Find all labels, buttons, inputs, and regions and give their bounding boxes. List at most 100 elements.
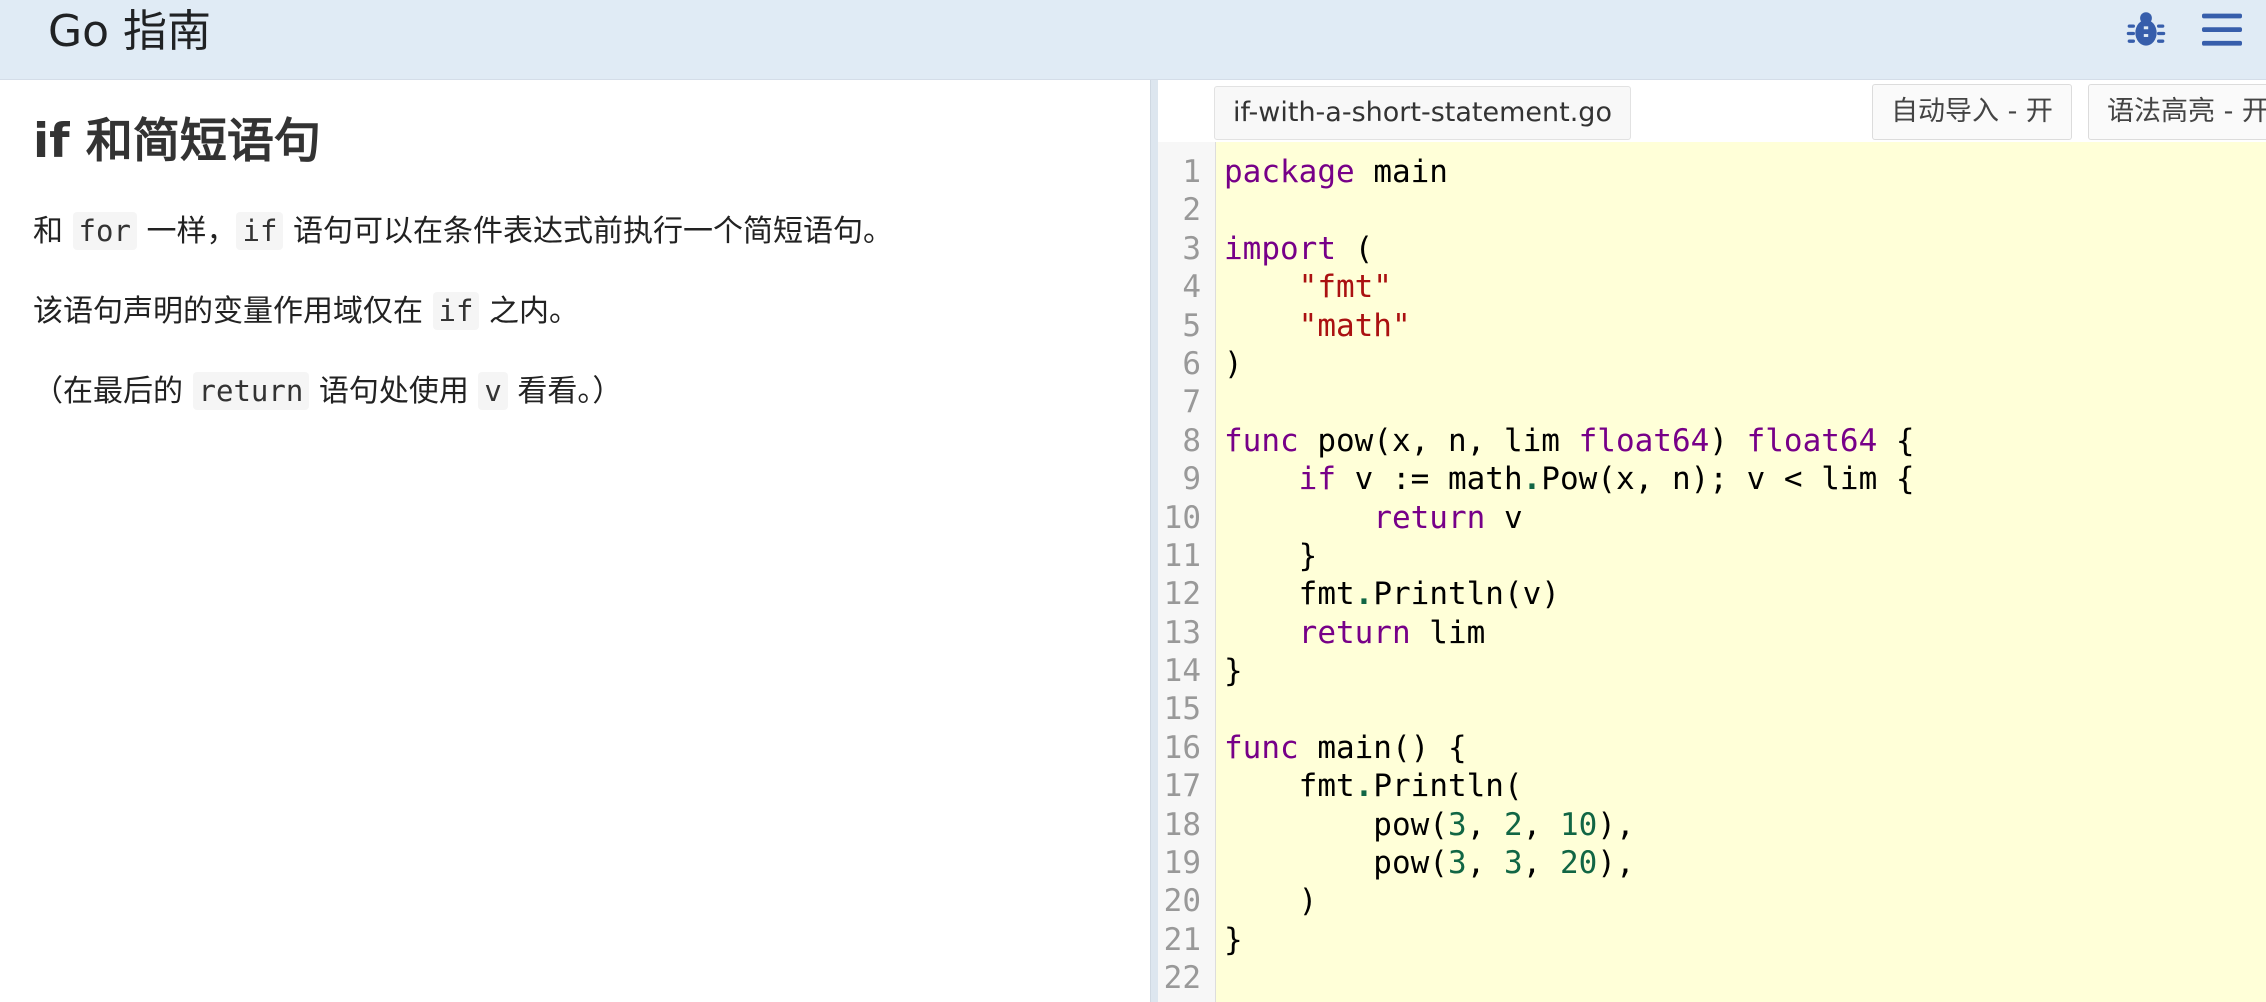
line-number: 9	[1182, 461, 1201, 498]
paragraph-text: 语句处使用	[309, 374, 479, 409]
line-number: 10	[1163, 499, 1201, 536]
code-token: float64	[1578, 422, 1710, 459]
code-line[interactable]: "fmt"	[1224, 268, 2264, 306]
code-token: )	[1709, 422, 1747, 459]
code-line[interactable]: pow(3, 2, 10),	[1224, 806, 2264, 844]
code-line[interactable]: func main() {	[1224, 729, 2264, 767]
code-token: {	[1877, 422, 1915, 459]
code-token: import	[1224, 230, 1336, 267]
lesson-pane: if 和简短语句 和 for 一样， if 语句可以在条件表达式前执行一个简短语句…	[0, 80, 1150, 1002]
paragraph-text: 看看。）	[507, 374, 623, 409]
code-line[interactable]: }	[1224, 537, 2264, 575]
paragraph-text: 语句可以在条件表达式前执行一个简短语句。	[283, 214, 893, 249]
code-token: }	[1224, 653, 1243, 690]
bug-icon[interactable]	[2124, 8, 2168, 52]
code-line[interactable]: package main	[1224, 153, 2264, 191]
code-line[interactable]: )	[1224, 345, 2264, 383]
lesson-title: if 和简短语句	[33, 114, 321, 169]
code-line[interactable]: fmt.Println(v)	[1224, 575, 2264, 613]
line-number: 8	[1182, 422, 1201, 459]
lesson-paragraph: 和 for 一样， if 语句可以在条件表达式前执行一个简短语句。	[33, 210, 893, 253]
code-line[interactable]	[1224, 690, 2264, 728]
code-token: )	[1224, 883, 1318, 920]
line-number-gutter: 1 2 3 4 5 6 7 8 9 10 11 12 13 14 15 16 17 18 19 20 21 22	[1158, 142, 1216, 1002]
code-token: pow(	[1224, 806, 1448, 843]
code-line[interactable]	[1224, 959, 2264, 997]
code-line[interactable]	[1224, 383, 2264, 421]
code-line[interactable]: }	[1224, 652, 2264, 690]
code-line[interactable]: "math"	[1224, 307, 2264, 345]
code-token: lim	[1410, 614, 1486, 651]
paragraph-text: 之内。	[479, 294, 580, 329]
code-token: fmt	[1224, 576, 1355, 613]
line-number: 21	[1163, 921, 1201, 958]
code-line[interactable]: if v := math.Pow(x, n); v < lim {	[1224, 460, 2264, 498]
code-token: pow(x, n, lim	[1298, 422, 1579, 459]
line-number: 16	[1163, 729, 1201, 766]
line-number: 1	[1182, 154, 1201, 190]
line-number: 22	[1163, 960, 1201, 997]
app-title[interactable]: Go 指南	[48, 6, 211, 58]
syntax-highlight-toggle[interactable]: 语法高亮 - 开	[2088, 84, 2266, 140]
code-token: }	[1224, 921, 1243, 958]
code-token: ),	[1597, 845, 1635, 882]
line-number: 13	[1163, 614, 1201, 651]
code-token: package	[1224, 154, 1355, 190]
inline-code: if	[432, 292, 480, 330]
line-number: 4	[1182, 269, 1201, 306]
auto-import-toggle[interactable]: 自动导入 - 开	[1872, 84, 2072, 140]
code-token: main	[1354, 154, 1448, 190]
menu-icon[interactable]	[2200, 10, 2244, 50]
code-token: .	[1354, 576, 1374, 613]
line-number: 11	[1163, 537, 1201, 574]
code-line[interactable]: fmt.Println(	[1224, 767, 2264, 805]
line-number: 2	[1182, 192, 1201, 229]
code-line[interactable]: func pow(x, n, lim float64) float64 {	[1224, 422, 2264, 460]
code-token: fmt	[1224, 768, 1355, 805]
code-token: v := math	[1335, 461, 1523, 498]
code-token: }	[1224, 537, 1318, 574]
file-tab[interactable]: if-with-a-short-statement.go	[1214, 86, 1631, 140]
lesson-paragraph: （在最后的 return 语句处使用 v 看看。）	[33, 370, 622, 413]
code-token: v	[1485, 499, 1523, 536]
code-token: Println(v)	[1373, 576, 1560, 613]
inline-code: for	[72, 212, 137, 250]
code-line[interactable]: import (	[1224, 230, 2264, 268]
line-number: 6	[1182, 345, 1201, 382]
code-line[interactable]: }	[1224, 921, 2264, 959]
code-token: 3	[1503, 845, 1523, 882]
code-token: 20	[1559, 845, 1598, 882]
line-number: 20	[1163, 883, 1201, 920]
code-line[interactable]: )	[1224, 882, 2264, 920]
code-editor[interactable]: package main import ( "fmt" "math") func…	[1224, 142, 2264, 1002]
code-token: return	[1298, 614, 1411, 651]
code-token: func	[1224, 422, 1299, 459]
line-number: 3	[1182, 230, 1201, 267]
code-token: ),	[1597, 806, 1635, 843]
code-line[interactable]: return v	[1224, 499, 2264, 537]
code-line[interactable]: pow(3, 3, 20),	[1224, 844, 2264, 882]
code-token: ,	[1522, 806, 1560, 843]
editor-toolbar: if-with-a-short-statement.go 自动导入 - 开 语法…	[1158, 80, 2266, 142]
code-token: ,	[1466, 845, 1504, 882]
code-line[interactable]: return lim	[1224, 614, 2264, 652]
code-token: .	[1354, 768, 1374, 805]
code-token: ,	[1522, 845, 1560, 882]
code-token: .	[1522, 461, 1542, 498]
code-token: Println(	[1373, 768, 1523, 805]
paragraph-text: 和	[33, 214, 73, 249]
code-token: 10	[1559, 806, 1598, 843]
code-line[interactable]	[1224, 191, 2264, 229]
code-token: return	[1373, 499, 1486, 536]
code-token: (	[1335, 230, 1374, 267]
inline-code: v	[478, 372, 508, 410]
inline-code: return	[192, 372, 310, 410]
line-number: 7	[1182, 384, 1201, 421]
paragraph-text: 一样，	[136, 214, 237, 249]
inline-code: if	[236, 212, 284, 250]
top-bar: Go 指南	[0, 0, 2266, 80]
code-token: )	[1224, 345, 1243, 382]
